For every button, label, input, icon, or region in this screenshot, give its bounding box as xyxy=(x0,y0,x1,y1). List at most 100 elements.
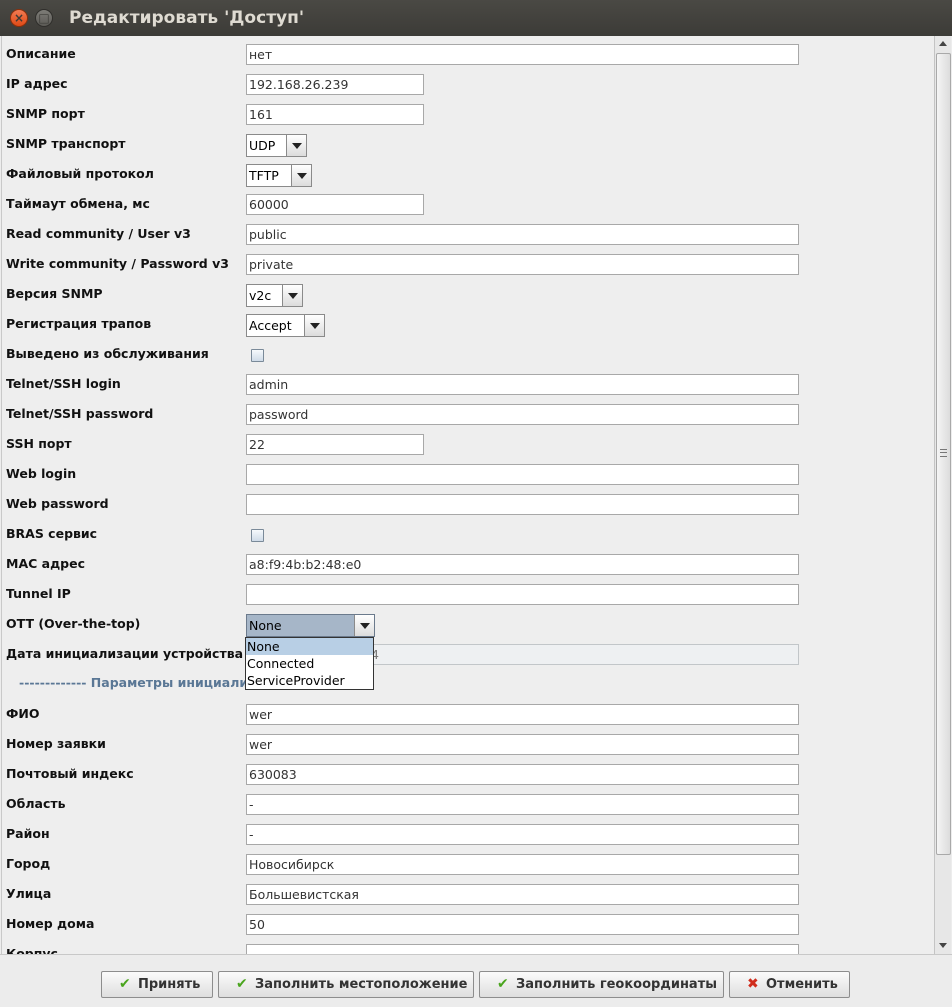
fio-field[interactable]: wer xyxy=(246,704,799,725)
trap-registration-combo[interactable]: Accept xyxy=(246,314,325,337)
field-label: SSH порт xyxy=(6,436,72,451)
chevron-down-icon[interactable] xyxy=(304,315,324,336)
fill-geo-button[interactable]: ✔ Заполнить геокоординаты xyxy=(479,971,724,998)
fill-location-button[interactable]: ✔ Заполнить местоположение xyxy=(218,971,474,998)
field-label: Tunnel IP xyxy=(6,586,71,601)
combo-value: None xyxy=(249,618,282,633)
field-row-tunnel-ip: Tunnel IP xyxy=(2,576,935,606)
accept-button-label: Принять xyxy=(138,977,201,992)
ott-option-connected[interactable]: Connected xyxy=(246,655,373,672)
close-window-button[interactable]: × xyxy=(10,9,28,27)
write-community-field[interactable]: private xyxy=(246,254,799,275)
field-label: MAC адрес xyxy=(6,556,86,571)
field-label: Дата инициализации устройства xyxy=(6,646,244,661)
field-label: Файловый протокол xyxy=(6,166,154,181)
timeout-field[interactable]: 60000 xyxy=(246,194,424,215)
description-field[interactable]: нет xyxy=(246,44,799,65)
field-row-telnet-password: Telnet/SSH password password xyxy=(2,396,935,426)
field-row-house-number: Номер дома 50 xyxy=(2,906,935,936)
field-row-web-password: Web password xyxy=(2,486,935,516)
field-row-snmp-transport: SNMP транспорт UDP xyxy=(2,126,935,157)
out-of-service-checkbox[interactable] xyxy=(251,349,264,362)
scroll-up-icon[interactable] xyxy=(935,36,951,52)
ott-combo[interactable]: None xyxy=(246,614,375,637)
fill-location-button-label: Заполнить местоположение xyxy=(255,977,468,992)
snmp-version-combo[interactable]: v2c xyxy=(246,284,303,307)
scrollbar-thumb[interactable] xyxy=(936,53,951,855)
field-row-out-of-service: Выведено из обслуживания xyxy=(2,336,935,366)
vertical-scrollbar[interactable] xyxy=(934,36,951,954)
maximize-window-button[interactable]: □ xyxy=(35,9,53,27)
field-label: IP адрес xyxy=(6,76,68,91)
file-protocol-combo[interactable]: TFTP xyxy=(246,164,312,187)
scroll-down-icon[interactable] xyxy=(935,938,951,954)
accept-button[interactable]: ✔ Принять xyxy=(101,971,213,998)
field-row-mac: MAC адрес a8:f9:4b:b2:48:e0 xyxy=(2,546,935,576)
region-field[interactable]: - xyxy=(246,794,799,815)
field-label: Telnet/SSH login xyxy=(6,376,121,391)
grip-icon xyxy=(940,449,947,457)
field-label: Регистрация трапов xyxy=(6,316,152,331)
field-label: Улица xyxy=(6,886,52,901)
close-icon: ✖ xyxy=(747,976,759,992)
field-label: Почтовый индекс xyxy=(6,766,134,781)
field-row-snmp-port: SNMP порт 161 xyxy=(2,96,935,126)
field-label: SNMP транспорт xyxy=(6,136,126,151)
building-field[interactable] xyxy=(246,944,799,954)
field-label: ФИО xyxy=(6,706,40,721)
field-label: SNMP порт xyxy=(6,106,85,121)
field-label: Таймаут обмена, мс xyxy=(6,196,150,211)
combo-value: UDP xyxy=(249,138,276,153)
field-row-district: Район - xyxy=(2,816,935,846)
field-row-region: Область - xyxy=(2,786,935,816)
field-label: Web password xyxy=(6,496,109,511)
field-label: Read community / User v3 xyxy=(6,226,191,241)
field-label: Версия SNMP xyxy=(6,286,103,301)
field-row-building: Корпус xyxy=(2,936,935,954)
ott-option-service-provider[interactable]: ServiceProvider xyxy=(246,672,373,689)
ip-address-field[interactable]: 192.168.26.239 xyxy=(246,74,424,95)
checkmark-icon: ✔ xyxy=(236,976,248,992)
checkmark-icon: ✔ xyxy=(497,976,509,992)
field-row-web-login: Web login xyxy=(2,456,935,486)
chevron-down-icon[interactable] xyxy=(286,135,306,156)
field-label: BRAS сервис xyxy=(6,526,98,541)
title-bar: × □ Редактировать 'Доступ' xyxy=(0,0,952,36)
telnet-login-field[interactable]: admin xyxy=(246,374,799,395)
postal-code-field[interactable]: 630083 xyxy=(246,764,799,785)
field-row-street: Улица Большевистская xyxy=(2,876,935,906)
button-bar: ✔ Принять ✔ Заполнить местоположение ✔ З… xyxy=(0,954,952,1007)
section-header: ------------- Параметры инициализ xyxy=(19,675,256,690)
field-row-ssh-port: SSH порт 22 xyxy=(2,426,935,456)
tunnel-ip-field[interactable] xyxy=(246,584,799,605)
read-community-field[interactable]: public xyxy=(246,224,799,245)
ott-option-none[interactable]: None xyxy=(246,638,373,655)
ssh-port-field[interactable]: 22 xyxy=(246,434,424,455)
chevron-down-icon[interactable] xyxy=(291,165,311,186)
city-field[interactable]: Новосибирск xyxy=(246,854,799,875)
bras-service-checkbox[interactable] xyxy=(251,529,264,542)
mac-address-field[interactable]: a8:f9:4b:b2:48:e0 xyxy=(246,554,799,575)
request-number-field[interactable]: wer xyxy=(246,734,799,755)
street-field[interactable]: Большевистская xyxy=(246,884,799,905)
web-password-field[interactable] xyxy=(246,494,799,515)
field-row-ip: IP адрес 192.168.26.239 xyxy=(2,66,935,96)
web-login-field[interactable] xyxy=(246,464,799,485)
cancel-button[interactable]: ✖ Отменить xyxy=(729,971,850,998)
snmp-transport-combo[interactable]: UDP xyxy=(246,134,307,157)
field-row-timeout: Таймаут обмена, мс 60000 xyxy=(2,186,935,216)
combo-value: TFTP xyxy=(249,168,279,183)
field-row-description: Описание нет xyxy=(2,36,935,66)
chevron-down-icon[interactable] xyxy=(354,615,374,636)
field-label: Область xyxy=(6,796,66,811)
chevron-down-icon[interactable] xyxy=(282,285,302,306)
house-number-field[interactable]: 50 xyxy=(246,914,799,935)
snmp-port-field[interactable]: 161 xyxy=(246,104,424,125)
fill-geo-button-label: Заполнить геокоординаты xyxy=(516,977,717,992)
telnet-password-field[interactable]: password xyxy=(246,404,799,425)
field-label: Номер дома xyxy=(6,916,95,931)
field-label: Telnet/SSH password xyxy=(6,406,154,421)
field-row-trap-registration: Регистрация трапов Accept xyxy=(2,306,935,337)
district-field[interactable]: - xyxy=(246,824,799,845)
field-label: Номер заявки xyxy=(6,736,106,751)
